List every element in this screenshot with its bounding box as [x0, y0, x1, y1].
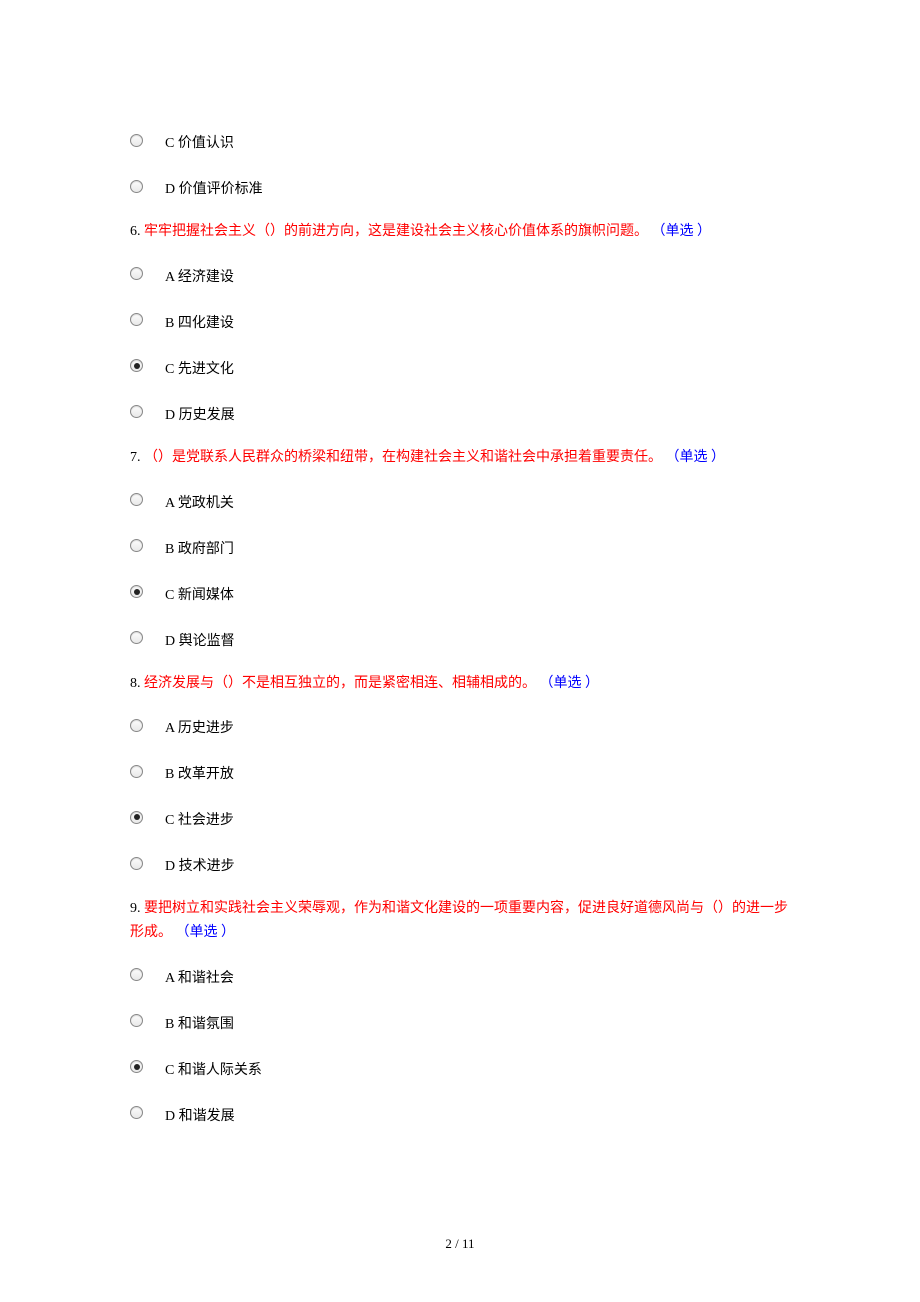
options-group-7: A 党政机关 B 政府部门 C 新闻媒体 D 舆论监督 — [130, 488, 790, 650]
radio-icon[interactable] — [130, 539, 143, 552]
option-text: A 经济建设 — [165, 262, 234, 286]
question-6: 6. 牢牢把握社会主义（）的前进方向，这是建设社会主义核心价值体系的旗帜问题。 … — [130, 220, 790, 244]
question-text: 牢牢把握社会主义（）的前进方向，这是建设社会主义核心价值体系的旗帜问题。 — [144, 224, 648, 239]
radio-icon[interactable] — [130, 719, 143, 732]
radio-icon[interactable] — [130, 968, 143, 981]
option-row[interactable]: B 政府部门 — [130, 534, 790, 558]
radio-icon[interactable] — [130, 493, 143, 506]
option-text: C 价值认识 — [165, 128, 234, 152]
radio-icon[interactable] — [130, 585, 143, 598]
question-text: （）是党联系人民群众的桥梁和纽带，在构建社会主义和谐社会中承担着重要责任。 — [144, 450, 662, 465]
option-row[interactable]: D 技术进步 — [130, 851, 790, 875]
option-text: A 和谐社会 — [165, 963, 234, 987]
option-row[interactable]: C 和谐人际关系 — [130, 1055, 790, 1079]
radio-icon[interactable] — [130, 134, 143, 147]
option-row[interactable]: A 经济建设 — [130, 262, 790, 286]
radio-icon[interactable] — [130, 857, 143, 870]
option-row[interactable]: B 四化建设 — [130, 308, 790, 332]
radio-icon[interactable] — [130, 267, 143, 280]
radio-icon[interactable] — [130, 765, 143, 778]
option-text: C 和谐人际关系 — [165, 1055, 262, 1079]
radio-icon[interactable] — [130, 313, 143, 326]
option-text: D 舆论监督 — [165, 626, 235, 650]
option-row[interactable]: B 改革开放 — [130, 759, 790, 783]
option-row[interactable]: B 和谐氛围 — [130, 1009, 790, 1033]
radio-icon[interactable] — [130, 631, 143, 644]
option-text: D 历史发展 — [165, 400, 235, 424]
radio-icon[interactable] — [130, 1014, 143, 1027]
question-text: 经济发展与（）不是相互独立的，而是紧密相连、相辅相成的。 — [144, 676, 536, 691]
options-group-9: A 和谐社会 B 和谐氛围 C 和谐人际关系 D 和谐发展 — [130, 963, 790, 1125]
question-7: 7. （）是党联系人民群众的桥梁和纽带，在构建社会主义和谐社会中承担着重要责任。… — [130, 446, 790, 470]
option-row[interactable]: A 历史进步 — [130, 713, 790, 737]
question-number: 7. — [130, 450, 141, 465]
option-row[interactable]: C 先进文化 — [130, 354, 790, 378]
document-page: C 价值认识 D 价值评价标准 6. 牢牢把握社会主义（）的前进方向，这是建设社… — [0, 0, 920, 1302]
option-row[interactable]: C 新闻媒体 — [130, 580, 790, 604]
options-group-6: A 经济建设 B 四化建设 C 先进文化 D 历史发展 — [130, 262, 790, 424]
option-row[interactable]: C 社会进步 — [130, 805, 790, 829]
option-text: A 历史进步 — [165, 713, 234, 737]
question-number: 6. — [130, 224, 141, 239]
option-text: C 社会进步 — [165, 805, 234, 829]
orphan-options-group: C 价值认识 D 价值评价标准 — [130, 128, 790, 198]
radio-icon[interactable] — [130, 811, 143, 824]
question-type: （单选 ） — [652, 224, 712, 239]
option-text: C 新闻媒体 — [165, 580, 234, 604]
option-text: D 技术进步 — [165, 851, 235, 875]
option-row[interactable]: D 价值评价标准 — [130, 174, 790, 198]
page-footer: 2 / 11 — [0, 1236, 920, 1252]
question-9: 9. 要把树立和实践社会主义荣辱观，作为和谐文化建设的一项重要内容，促进良好道德… — [130, 897, 790, 945]
option-text: B 四化建设 — [165, 308, 234, 332]
option-row[interactable]: A 党政机关 — [130, 488, 790, 512]
option-row[interactable]: D 和谐发展 — [130, 1101, 790, 1125]
question-number: 9. — [130, 901, 141, 916]
option-row[interactable]: C 价值认识 — [130, 128, 790, 152]
question-number: 8. — [130, 676, 141, 691]
question-8: 8. 经济发展与（）不是相互独立的，而是紧密相连、相辅相成的。 （单选 ） — [130, 672, 790, 696]
radio-icon[interactable] — [130, 1060, 143, 1073]
option-row[interactable]: D 舆论监督 — [130, 626, 790, 650]
option-row[interactable]: A 和谐社会 — [130, 963, 790, 987]
option-text: B 政府部门 — [165, 534, 234, 558]
option-text: C 先进文化 — [165, 354, 234, 378]
radio-icon[interactable] — [130, 359, 143, 372]
radio-icon[interactable] — [130, 1106, 143, 1119]
question-type: （单选 ） — [176, 925, 236, 940]
option-text: A 党政机关 — [165, 488, 234, 512]
radio-icon[interactable] — [130, 180, 143, 193]
option-text: D 和谐发展 — [165, 1101, 235, 1125]
option-text: B 和谐氛围 — [165, 1009, 234, 1033]
question-type: （单选 ） — [666, 450, 726, 465]
option-text: D 价值评价标准 — [165, 174, 263, 198]
option-row[interactable]: D 历史发展 — [130, 400, 790, 424]
option-text: B 改革开放 — [165, 759, 234, 783]
radio-icon[interactable] — [130, 405, 143, 418]
question-type: （单选 ） — [540, 676, 600, 691]
options-group-8: A 历史进步 B 改革开放 C 社会进步 D 技术进步 — [130, 713, 790, 875]
